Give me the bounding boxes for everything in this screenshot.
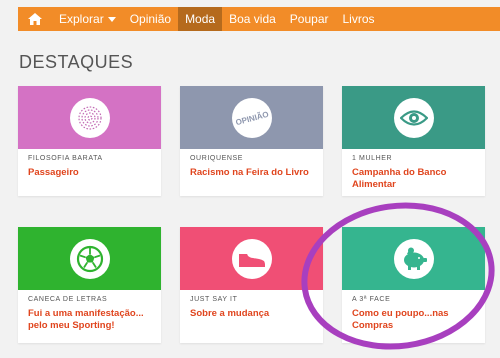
card-banco-alimentar[interactable]: 1 MULHER Campanha do Banco Alimentar	[342, 86, 485, 196]
card-category: 1 MULHER	[352, 155, 393, 162]
nav-livros[interactable]: Livros	[336, 7, 382, 31]
nav-moda-label: Moda	[185, 12, 216, 26]
nav-poupar[interactable]: Poupar	[283, 7, 336, 31]
card-passageiro[interactable]: FILOSOFIA BARATA Passageiro	[18, 86, 161, 196]
card-category: OURIQUENSE	[190, 155, 244, 162]
card-title-link[interactable]: Sobre a mudança	[190, 308, 313, 320]
nav-livros-label: Livros	[342, 12, 375, 26]
eye-icon	[393, 97, 434, 138]
card-category: CANECA DE LETRAS	[28, 296, 108, 303]
card-image	[342, 86, 485, 149]
card-image: OPINIÃO	[180, 86, 323, 149]
nav-opiniao[interactable]: Opinião	[123, 7, 178, 31]
card-compras[interactable]: A 3ª FACE Como eu poupo...nas Compras	[342, 227, 485, 343]
card-category: JUST SAY IT	[190, 296, 238, 303]
card-category: FILOSOFIA BARATA	[28, 155, 103, 162]
home-button[interactable]	[18, 7, 52, 31]
opiniao-icon-text: OPINIÃO	[234, 109, 269, 126]
section-title: DESTAQUES	[19, 52, 134, 72]
opiniao-icon: OPINIÃO	[231, 97, 272, 138]
nav-boa-vida-label: Boa vida	[229, 12, 276, 26]
home-icon	[28, 13, 42, 25]
nav-boa-vida[interactable]: Boa vida	[222, 7, 283, 31]
nav-moda[interactable]: Moda	[178, 7, 223, 31]
card-sporting[interactable]: CANECA DE LETRAS Fui a uma manifestação.…	[18, 227, 161, 343]
card-image	[18, 86, 161, 149]
fingerprint-icon	[69, 97, 110, 138]
sneaker-icon	[231, 238, 272, 279]
soccer-ball-icon	[69, 238, 110, 279]
card-title-link[interactable]: Como eu poupo...nas Compras	[352, 308, 475, 332]
card-title-link[interactable]: Racismo na Feira do Livro	[190, 167, 313, 179]
nav-explorar-label: Explorar	[59, 12, 104, 26]
nav-poupar-label: Poupar	[289, 12, 329, 26]
card-mudanca[interactable]: JUST SAY IT Sobre a mudança	[180, 227, 323, 343]
card-image	[342, 227, 485, 290]
top-navbar: Explorar Opinião Moda Boa vida Poupar Li…	[18, 7, 500, 31]
card-image	[180, 227, 323, 290]
card-title-link[interactable]: Passageiro	[28, 167, 151, 179]
nav-opiniao-label: Opinião	[129, 12, 172, 26]
card-image	[18, 227, 161, 290]
chevron-down-icon	[107, 16, 116, 22]
card-title-link[interactable]: Campanha do Banco Alimentar	[352, 167, 475, 191]
card-racismo[interactable]: OPINIÃO OURIQUENSE Racismo na Feira do L…	[180, 86, 323, 196]
card-title-link[interactable]: Fui a uma manifestação... pelo meu Sport…	[28, 308, 151, 332]
nav-explorar[interactable]: Explorar	[52, 7, 123, 31]
card-category: A 3ª FACE	[352, 296, 391, 303]
piggy-bank-icon	[393, 238, 434, 279]
